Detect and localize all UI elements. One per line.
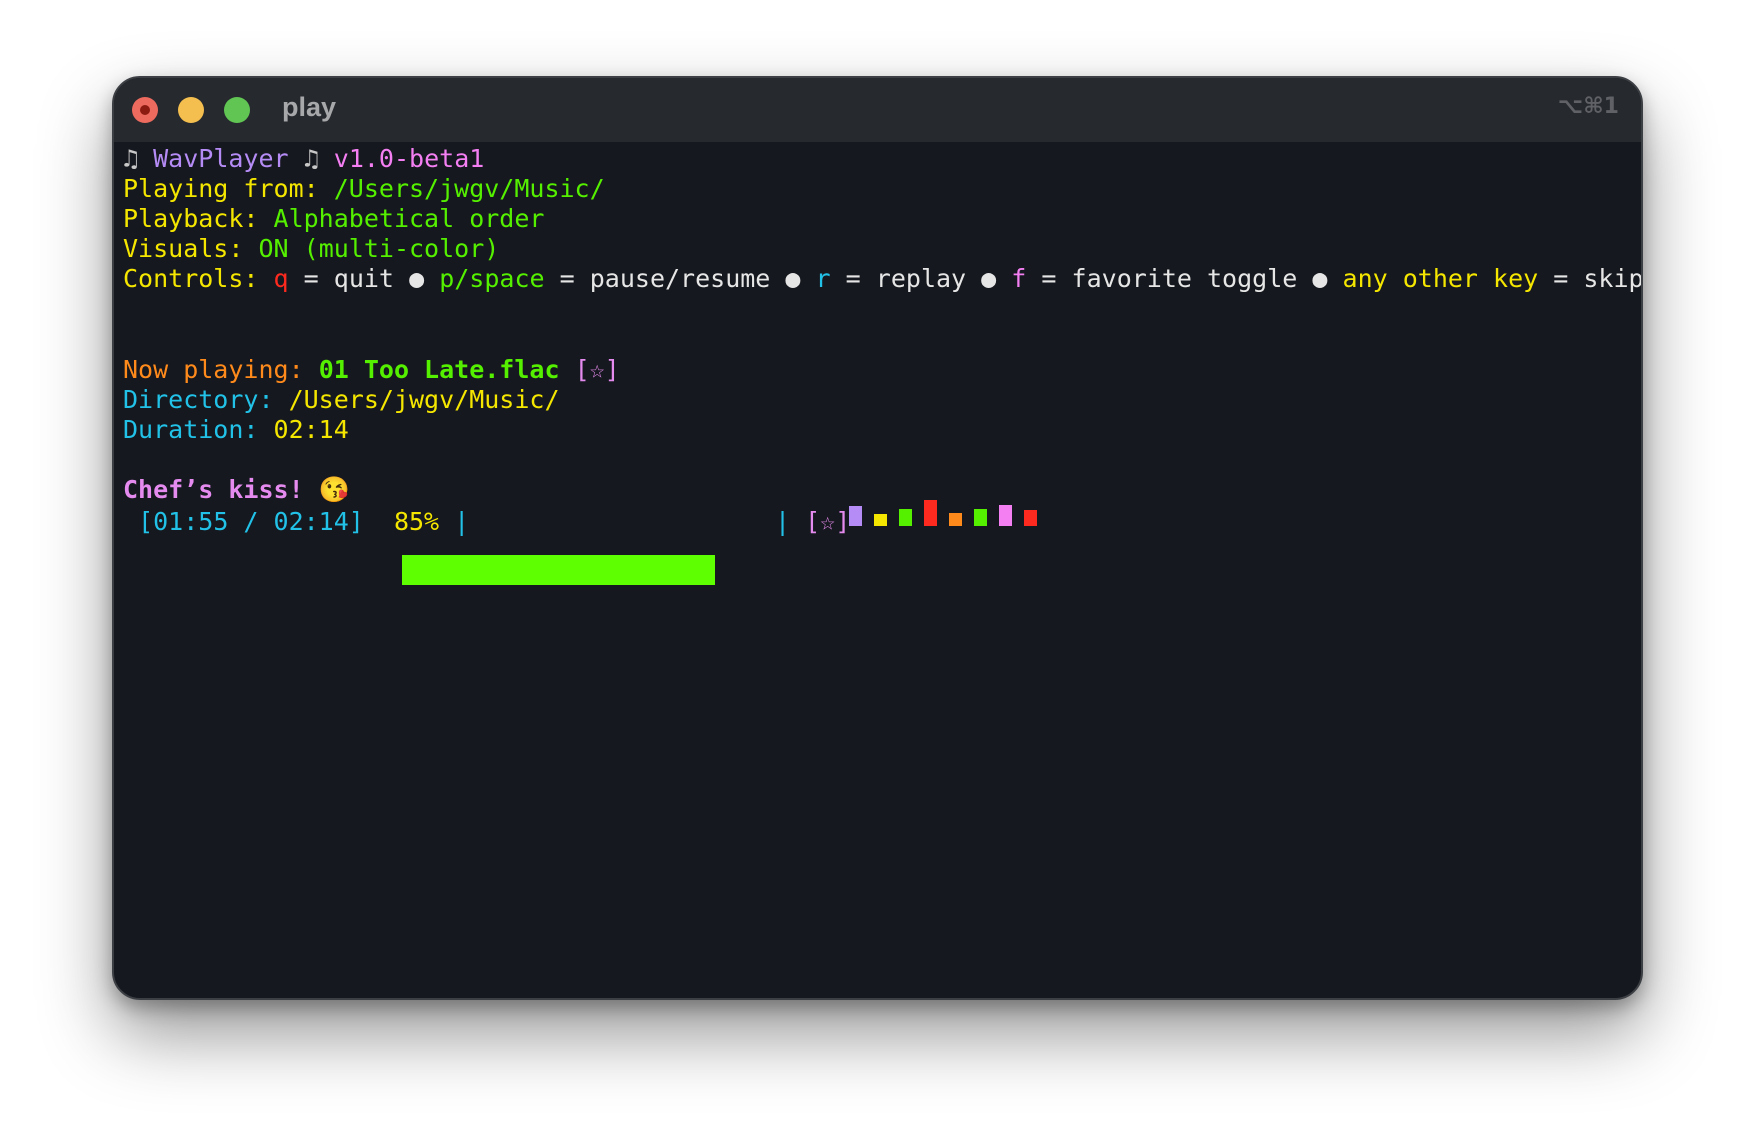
- control-action-favorite: favorite toggle: [1071, 264, 1298, 293]
- directory-label: Directory:: [123, 385, 274, 414]
- control-equals: =: [845, 264, 861, 293]
- visualizer-bar: [1024, 510, 1037, 526]
- now-playing-line: Now playing: 01 Too Late.flac [☆]: [123, 353, 620, 387]
- playing-from-line: Playing from: /Users/jwgv/Music/: [123, 172, 605, 206]
- message-line: Chef’s kiss! 😘: [123, 473, 350, 507]
- status-favorite-marker: [☆]: [805, 507, 851, 536]
- progress-bar-right-edge: |: [775, 507, 791, 536]
- control-key-favorite: f: [1011, 264, 1027, 293]
- message-text: Chef’s kiss!: [123, 475, 304, 504]
- visuals-value: ON (multi-color): [258, 234, 500, 263]
- control-action-pause: pause/resume: [589, 264, 771, 293]
- duration-value: 02:14: [273, 415, 349, 444]
- music-note-icon: ♫: [303, 144, 319, 173]
- visualizer-bar: [899, 509, 912, 526]
- control-equals: =: [303, 264, 319, 293]
- playing-from-label: Playing from:: [123, 174, 319, 203]
- playback-value: Alphabetical order: [273, 204, 545, 233]
- bullet-separator: ●: [409, 264, 425, 293]
- title-bar: play ⌥⌘1: [114, 78, 1641, 142]
- status-right: | [☆]: [775, 505, 850, 539]
- controls-label: Controls:: [123, 264, 259, 293]
- control-key-pause: p/space: [439, 264, 545, 293]
- terminal-window: play ⌥⌘1 ♫ WavPlayer ♫ v1.0-beta1 Playin…: [112, 76, 1643, 1000]
- visualizer-bar: [924, 500, 937, 526]
- percent-text: 85%: [393, 507, 440, 536]
- app-header-line: ♫ WavPlayer ♫ v1.0-beta1: [123, 142, 484, 176]
- control-action-replay: replay: [875, 264, 967, 293]
- now-playing-label: Now playing:: [123, 355, 304, 384]
- music-note-icon: ♫: [123, 144, 139, 173]
- terminal-output[interactable]: ♫ WavPlayer ♫ v1.0-beta1 Playing from: /…: [123, 142, 1641, 998]
- time-display: [01:55 / 02:14]: [138, 507, 364, 536]
- progress-bar-left-edge: |: [454, 507, 470, 536]
- favorite-marker: [☆]: [574, 355, 620, 384]
- maximize-button[interactable]: [224, 97, 250, 123]
- control-action-skip: skip: [1583, 264, 1643, 293]
- playback-line: Playback: Alphabetical order: [123, 202, 544, 236]
- track-name: 01 Too Late.flac: [318, 355, 560, 384]
- bullet-separator: ●: [785, 264, 801, 293]
- progress-bar-fill[interactable]: [402, 555, 715, 585]
- kiss-emoji-icon: 😘: [318, 475, 350, 504]
- visualizer-bar: [999, 505, 1012, 526]
- directory-line: Directory: /Users/jwgv/Music/: [123, 383, 560, 417]
- window-title: play: [282, 92, 337, 122]
- control-key-replay: r: [815, 264, 831, 293]
- status-line: [01:55 / 02:14] 85% |: [123, 505, 469, 539]
- app-name: WavPlayer: [153, 144, 289, 173]
- duration-label: Duration:: [123, 415, 259, 444]
- playing-from-value: /Users/jwgv/Music/: [333, 174, 605, 203]
- window-shortcut: ⌥⌘1: [1557, 94, 1619, 119]
- control-equals: =: [1553, 264, 1569, 293]
- directory-value: /Users/jwgv/Music/: [288, 385, 560, 414]
- visuals-label: Visuals:: [123, 234, 244, 263]
- close-button[interactable]: [132, 97, 158, 123]
- visualizer-bar: [874, 514, 887, 526]
- control-key-skip: any other key: [1342, 264, 1539, 293]
- visualizer-bar: [974, 509, 987, 526]
- control-action-quit: quit: [333, 264, 394, 293]
- duration-line: Duration: 02:14: [123, 413, 349, 447]
- playback-label: Playback:: [123, 204, 259, 233]
- bullet-separator: ●: [981, 264, 997, 293]
- minimize-button[interactable]: [178, 97, 204, 123]
- visuals-line: Visuals: ON (multi-color): [123, 232, 499, 266]
- app-version: v1.0-beta1: [333, 144, 485, 173]
- control-equals: =: [559, 264, 575, 293]
- bullet-separator: ●: [1312, 264, 1328, 293]
- visualizer-bar: [949, 513, 962, 526]
- control-equals: =: [1041, 264, 1057, 293]
- visualizer-bar: [849, 506, 862, 526]
- controls-line: Controls: q = quit ● p/space = pause/res…: [123, 262, 1643, 296]
- control-key-quit: q: [273, 264, 289, 293]
